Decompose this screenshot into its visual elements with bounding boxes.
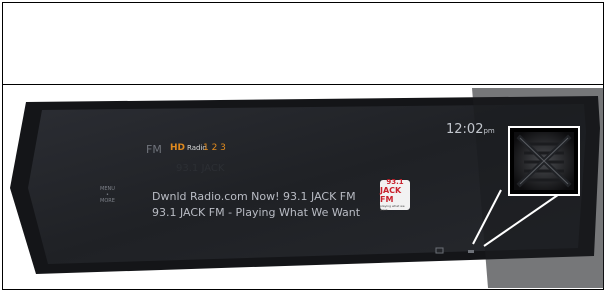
menu-button[interactable]: MENU • MORE (100, 186, 115, 204)
faded-station-text: 93.1 JACK (176, 163, 225, 174)
hd-channel-list[interactable]: 1 2 3 (203, 143, 226, 153)
station-logo: 93.1 JACK FM playing what we want (380, 177, 410, 212)
clock: 12:02pm (446, 122, 495, 137)
radio-text-line-1: Dwnld Radio.com Now! 93.1 JACK FM (152, 190, 356, 203)
station-logo-frequency: 93.1 (386, 177, 404, 186)
station-logo-name: JACK FM (380, 185, 402, 204)
hd-logo-icon: HD (170, 143, 186, 153)
clock-ampm: pm (483, 127, 495, 135)
more-label: MORE (100, 198, 115, 204)
station-logo-tagline: playing what we want (380, 203, 405, 212)
clock-time: 12:02 (446, 122, 484, 137)
figure-divider (2, 84, 604, 85)
crossed-out-list-icon-graphic (514, 132, 574, 190)
infotainment-photo: FM HD Radio 1 2 3 93.1 JACK MENU • MORE … (8, 88, 604, 288)
radio-text-line-2: 93.1 JACK FM - Playing What We Want (152, 206, 361, 219)
band-label[interactable]: FM (146, 143, 162, 156)
hd-radio-badge: HD Radio (170, 143, 207, 153)
crossed-out-list-icon (508, 126, 580, 196)
